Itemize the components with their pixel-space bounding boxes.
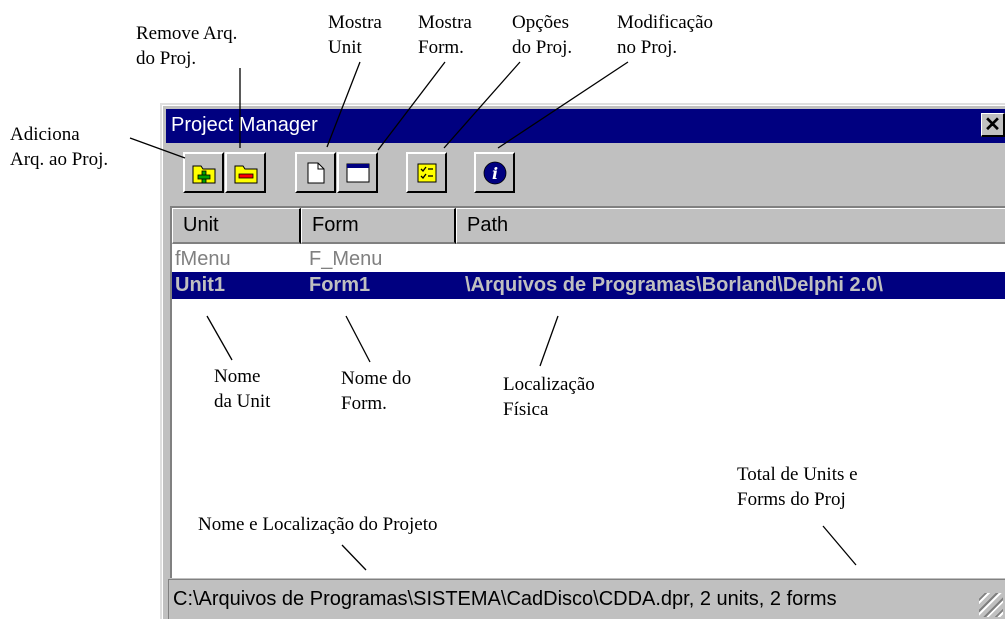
list-item-selected[interactable]: Unit1 Form1 \Arquivos de Programas\Borla…	[172, 272, 1005, 299]
annotation-view-form: Mostra Form.	[418, 12, 472, 58]
window-title: Project Manager	[171, 114, 318, 136]
annotation-unit-name: Nome da Unit	[214, 366, 271, 412]
remove-icon	[234, 165, 257, 183]
remove-file-button[interactable]	[225, 152, 266, 193]
column-header-unit[interactable]: Unit	[172, 208, 301, 244]
form-window-icon	[346, 163, 369, 182]
annotation-form-name: Nome do Form.	[341, 368, 412, 414]
path-cell: \Arquivos de Programas\Borland\Delphi 2.…	[465, 274, 883, 296]
annotation-physical-location: Localização Física	[503, 374, 595, 420]
annotation-update: Modificação no Proj.	[617, 12, 714, 58]
view-form-button[interactable]	[337, 152, 378, 193]
add-file-button[interactable]	[183, 152, 224, 193]
update-button[interactable]: i	[474, 152, 515, 193]
status-bar: C:\Arquivos de Programas\SISTEMA\CadDisc…	[168, 579, 1005, 619]
project-options-button[interactable]	[406, 152, 447, 193]
checklist-icon	[417, 163, 436, 182]
page-icon	[307, 162, 324, 183]
unit-cell: fMenu	[175, 248, 231, 270]
column-header-path[interactable]: Path	[456, 208, 1005, 244]
project-manager-window: Project Manager ✕ i Unit Form Path fMenu…	[160, 103, 1005, 619]
annotation-project-name: Nome e Localização do Projeto	[198, 514, 438, 535]
svg-text:i: i	[491, 164, 497, 183]
info-icon: i	[483, 161, 506, 184]
add-icon	[192, 165, 215, 183]
annotation-project-options: Opções do Proj.	[512, 12, 573, 58]
resize-grip[interactable]	[979, 593, 1003, 617]
annotation-remove-file: Remove Arq. do Proj.	[136, 23, 238, 69]
title-bar[interactable]: Project Manager ✕	[166, 109, 1005, 143]
view-unit-button[interactable]	[295, 152, 336, 193]
column-header-form[interactable]: Form	[301, 208, 456, 244]
annotation-add-file: Adiciona Arq. ao Proj.	[10, 124, 109, 170]
unit-cell: Unit1	[175, 274, 225, 296]
status-text: C:\Arquivos de Programas\SISTEMA\CadDisc…	[173, 588, 837, 610]
form-cell: Form1	[309, 274, 371, 296]
form-cell: F_Menu	[309, 248, 383, 270]
annotation-total: Total de Units e Forms do Proj	[737, 464, 858, 510]
close-button[interactable]: ✕	[981, 113, 1005, 137]
annotation-view-unit: Mostra Unit	[328, 12, 382, 58]
list-item[interactable]: fMenu F_Menu	[172, 246, 1005, 273]
